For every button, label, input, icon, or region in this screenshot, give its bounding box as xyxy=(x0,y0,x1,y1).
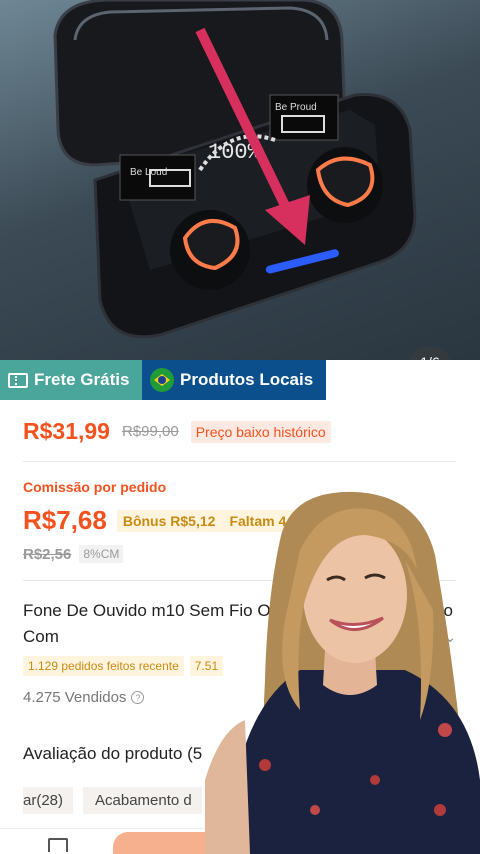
stats-row: 1.129 pedidos feitos recente 7.51 xyxy=(23,656,224,676)
old-commission: R$2,56 xyxy=(23,545,72,563)
product-image[interactable]: Be Loud Be Proud 100% 1/6 xyxy=(0,0,480,360)
sold-count: 4.275 Vendidos ? xyxy=(23,689,145,706)
divider xyxy=(23,461,456,462)
free-shipping-badge: Frete Grátis xyxy=(0,360,142,400)
bonus-amount: Bônus R$5,12 xyxy=(122,512,216,529)
badges-row: Frete Grátis Produtos Locais xyxy=(0,360,326,400)
brazil-flag-icon xyxy=(150,368,174,392)
old-commission-row: R$2,56 8%CM xyxy=(23,545,124,563)
local-products-badge: Produtos Locais xyxy=(142,360,326,400)
lowest-price-tag: Preço baixo histórico xyxy=(190,420,331,443)
review-chip[interactable]: Acabamento d xyxy=(83,787,202,814)
case-left-label: Be Loud xyxy=(130,167,167,178)
help-icon[interactable]: ? xyxy=(131,691,145,704)
commission-label: Comissão por pedido xyxy=(23,479,167,495)
review-chip[interactable]: ar(28) xyxy=(23,787,74,814)
current-price: R$31,99 xyxy=(23,418,110,444)
presenter-photo xyxy=(205,491,480,854)
sold-label: 4.275 Vendidos xyxy=(23,689,127,706)
review-chips: ar(28) Acabamento d xyxy=(23,787,202,814)
original-price: R$99,00 xyxy=(121,423,179,440)
earbuds-case-illustration: Be Loud Be Proud 100% xyxy=(53,0,417,339)
reviews-title[interactable]: Avaliação do produto (5 xyxy=(23,744,202,764)
product-page: Be Loud Be Proud 100% 1/6 Frete Grátis P xyxy=(0,0,480,854)
price-row: R$31,99 R$99,00 Preço baixo histórico xyxy=(23,418,331,445)
local-products-label: Produtos Locais xyxy=(180,370,314,389)
free-shipping-label: Frete Grátis xyxy=(34,370,130,389)
orders-tag: 1.129 pedidos feitos recente xyxy=(23,656,184,676)
ticket-icon xyxy=(8,372,28,388)
case-right-label: Be Proud xyxy=(275,102,317,113)
commission-rate-tag: 8%CM xyxy=(79,545,124,563)
commission-value: R$7,68 xyxy=(23,505,107,535)
shop-icon[interactable] xyxy=(48,838,68,852)
